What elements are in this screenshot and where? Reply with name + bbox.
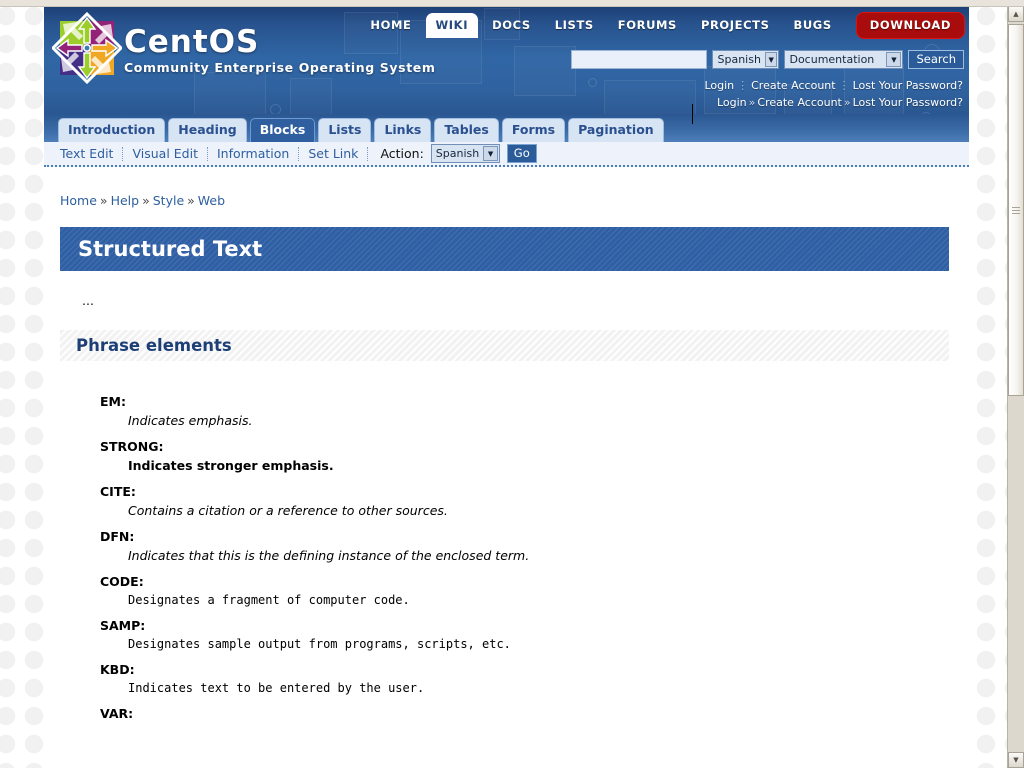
- site-header: CentOS Community Enterprise Operating Sy…: [44, 6, 969, 114]
- site-page: CentOS Community Enterprise Operating Sy…: [44, 6, 969, 768]
- tab-pagination[interactable]: Pagination: [568, 118, 664, 142]
- definition-list: EM: Indicates emphasis. STRONG: Indicates s…: [44, 383, 969, 721]
- definition-term: STRONG:: [100, 439, 164, 454]
- action-select[interactable]: Spanish ▼: [430, 144, 500, 163]
- definition-term: CITE:: [100, 484, 136, 499]
- definition-description: Designates sample output from programs, …: [128, 637, 511, 651]
- text-cursor-artifact: [692, 104, 693, 124]
- tab-blocks[interactable]: Blocks: [249, 118, 316, 142]
- scroll-down-arrow-icon[interactable]: ▼: [1008, 752, 1024, 768]
- chevron-down-icon: ▼: [483, 146, 498, 161]
- definition-description: Contains a citation or a reference to ot…: [128, 503, 448, 518]
- nav-item-home[interactable]: HOME: [360, 13, 421, 38]
- breadcrumb-item-help[interactable]: Help: [111, 193, 140, 208]
- nav-item-bugs[interactable]: BUGS: [784, 13, 842, 38]
- search-language-value: Spanish: [717, 53, 761, 66]
- search-bar: Spanish ▼ Documentation ▼ Search: [571, 50, 964, 69]
- tab-heading[interactable]: Heading: [168, 118, 247, 142]
- action-link-text-edit[interactable]: Text Edit: [60, 146, 122, 161]
- definition-term: CODE:: [100, 574, 144, 589]
- page-title: Structured Text: [60, 227, 949, 271]
- search-scope-select[interactable]: Documentation ▼: [784, 50, 904, 69]
- action-select-value: Spanish: [435, 147, 480, 160]
- action-link-visual-edit[interactable]: Visual Edit: [123, 146, 207, 161]
- tab-links[interactable]: Links: [374, 118, 432, 142]
- action-label: Action:: [380, 146, 424, 161]
- definition-description: Indicates that this is the defining inst…: [128, 548, 530, 563]
- nav-item-docs[interactable]: DOCS: [482, 13, 541, 38]
- intro-text: ...: [82, 293, 94, 308]
- tab-lists[interactable]: Lists: [318, 118, 372, 142]
- login-link[interactable]: Login: [704, 79, 734, 92]
- centos-logo-icon: [52, 12, 122, 84]
- definition-description: Indicates emphasis.: [128, 413, 253, 428]
- definition-term: EM:: [100, 394, 126, 409]
- definition-description: Indicates stronger emphasis.: [128, 458, 334, 473]
- definition-description: Indicates text to be entered by the user…: [128, 681, 425, 695]
- tab-tables[interactable]: Tables: [434, 118, 499, 142]
- nav-item-projects[interactable]: PROJECTS: [691, 13, 780, 38]
- login-link-alt[interactable]: Login: [717, 96, 747, 109]
- create-account-link-alt[interactable]: Create Account: [757, 96, 841, 109]
- browser-viewport: CentOS Community Enterprise Operating Sy…: [0, 0, 1024, 768]
- definition-term: KBD:: [100, 662, 135, 677]
- definition-term: DFN:: [100, 529, 135, 544]
- lost-password-link[interactable]: Lost Your Password?: [853, 79, 963, 92]
- download-button[interactable]: DOWNLOAD: [855, 12, 965, 39]
- action-link-information[interactable]: Information: [208, 146, 298, 161]
- search-scope-value: Documentation: [789, 53, 875, 66]
- search-button[interactable]: Search: [908, 50, 964, 69]
- definition-term: SAMP:: [100, 618, 146, 633]
- breadcrumb-separator: »: [142, 193, 150, 208]
- breadcrumb-item-web[interactable]: Web: [198, 193, 225, 208]
- tab-forms[interactable]: Forms: [501, 118, 566, 142]
- tab-introduction[interactable]: Introduction: [58, 118, 166, 142]
- wiki-tab-bar: Introduction Heading Blocks Lists Links Table…: [44, 114, 969, 142]
- action-link-set-link[interactable]: Set Link: [299, 146, 367, 161]
- scroll-up-arrow-icon[interactable]: ▲: [1008, 6, 1024, 22]
- breadcrumb-item-home[interactable]: Home: [60, 193, 97, 208]
- go-button[interactable]: Go: [506, 144, 537, 163]
- definition-description: Designates a fragment of computer code.: [128, 593, 410, 607]
- brand-tagline: Community Enterprise Operating System: [124, 60, 436, 75]
- browser-chrome-strip: [0, 0, 1024, 7]
- account-sep: »: [748, 96, 756, 109]
- search-input[interactable]: [571, 50, 708, 69]
- scrollbar-thumb-grip-icon: [1012, 205, 1020, 216]
- scrollbar-thumb[interactable]: [1008, 24, 1024, 396]
- centos-logo[interactable]: [52, 12, 122, 84]
- vertical-scrollbar[interactable]: ▲ ▼: [1007, 6, 1024, 768]
- breadcrumb-item-style[interactable]: Style: [153, 193, 184, 208]
- nav-item-wiki[interactable]: WIKI: [425, 13, 479, 38]
- breadcrumb-separator: »: [187, 193, 195, 208]
- search-language-select[interactable]: Spanish ▼: [712, 50, 780, 69]
- chevron-down-icon: ▼: [764, 52, 778, 67]
- lost-password-link-alt[interactable]: Lost Your Password?: [853, 96, 963, 109]
- account-links-row-1: Login ⋮ Create Account ⋮ Lost Your Password?: [704, 79, 963, 92]
- create-account-link[interactable]: Create Account: [751, 79, 835, 92]
- account-links-row-2: Login» Create Account» Lost Your Password?: [717, 96, 963, 109]
- breadcrumb-separator: »: [99, 193, 108, 208]
- section-heading-phrase-elements: Phrase elements: [60, 330, 949, 361]
- wiki-action-bar: Text Edit Visual Edit Information Set Li…: [44, 142, 969, 167]
- definition-term: VAR:: [100, 706, 134, 721]
- main-navigation: HOME WIKI DOCS LISTS FORUMS PROJECTS BUGS DOWNL…: [360, 12, 965, 39]
- account-sep: »: [843, 96, 851, 109]
- breadcrumb: Home» Help» Style» Web: [44, 167, 969, 208]
- chevron-down-icon: ▼: [886, 52, 902, 67]
- action-divider: [367, 146, 369, 161]
- nav-item-lists[interactable]: LISTS: [545, 13, 604, 38]
- nav-item-forums[interactable]: FORUMS: [608, 13, 687, 38]
- page-content: Home» Help» Style» Web Structured Text ... …: [44, 167, 969, 721]
